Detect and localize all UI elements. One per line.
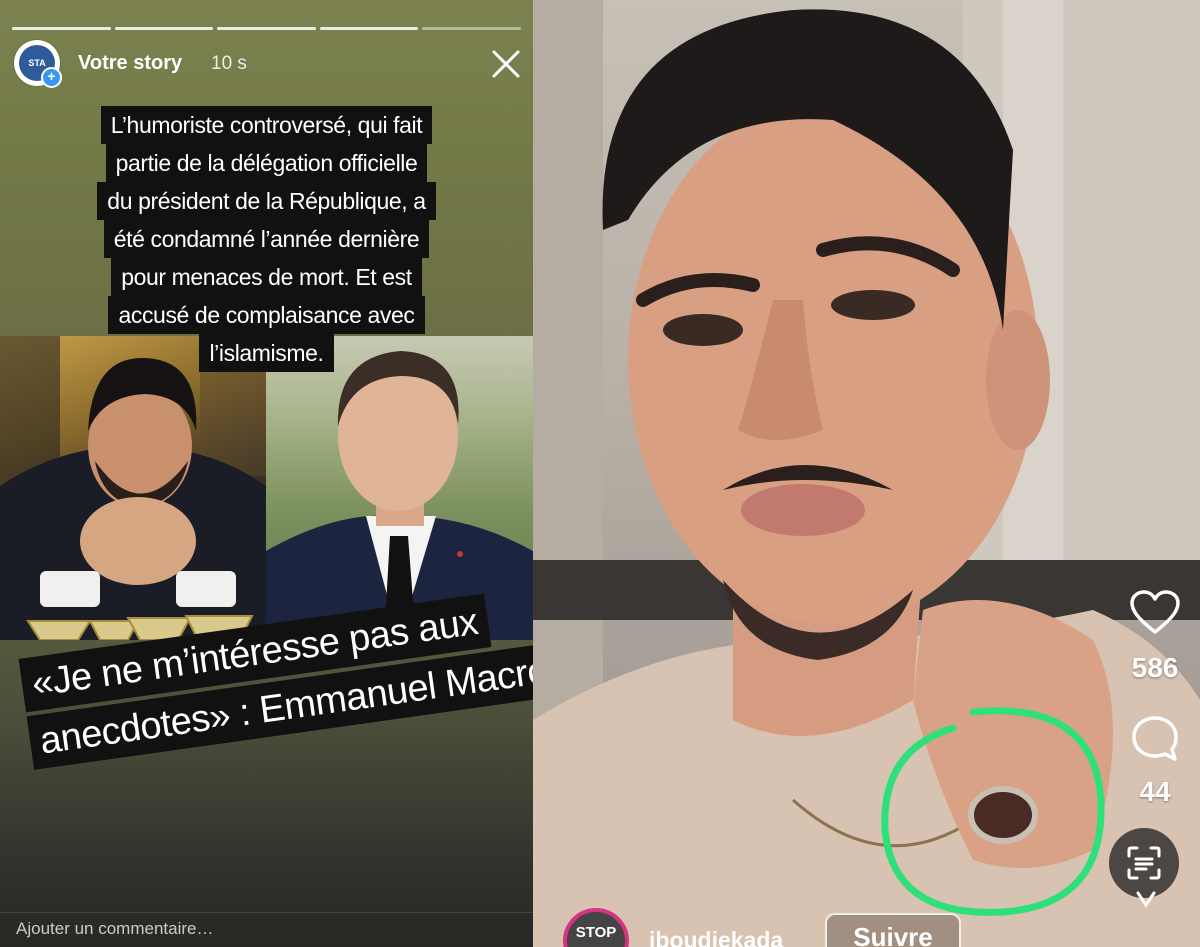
author-avatar-text: STOP [575,924,617,941]
progress-segment [12,27,111,30]
story-avatar[interactable]: STA + [14,40,62,88]
story-timestamp: 10 s [211,53,247,74]
story-progress-bar [12,27,521,30]
heart-icon[interactable] [1129,590,1181,636]
caption-line: du président de la République, a [97,182,436,220]
follow-button[interactable]: Suivre [825,913,961,947]
story-caption: L’humoriste controversé, qui fait partie … [0,106,533,377]
comment-placeholder: Ajouter un commentaire… [16,919,214,938]
like-count: 586 [1131,652,1179,683]
video-actions: 586 44 [1110,590,1200,808]
video-frame [533,0,1200,947]
close-icon[interactable] [488,46,524,82]
story-panel: STA + Votre story 10 s L’humoriste contr… [0,0,533,947]
caption-line: l’islamisme. [199,334,334,372]
comment-input[interactable]: Ajouter un commentaire… [0,912,533,947]
caption-line: pour menaces de mort. Et est [111,258,422,296]
add-story-icon[interactable]: + [41,67,62,88]
comment-icon[interactable] [1129,714,1181,764]
video-panel: 586 44 STOP iboudiekada Suivre [533,0,1200,947]
author-username[interactable]: iboudiekada [649,927,783,947]
progress-segment [114,27,214,30]
caption-line: partie de la délégation officielle [105,144,428,182]
story-username[interactable]: Votre story [78,52,182,75]
caption-line: L’humoriste controversé, qui fait [100,106,433,144]
progress-segment [217,27,316,30]
chevron-down-icon[interactable] [1133,885,1159,911]
photo-comedian [0,336,266,640]
caption-line: été condamné l’année dernière [103,220,430,258]
progress-segment [319,27,419,30]
comment-count: 44 [1139,776,1171,807]
progress-segment [422,27,521,30]
caption-line: accusé de complaisance avec [108,296,425,334]
